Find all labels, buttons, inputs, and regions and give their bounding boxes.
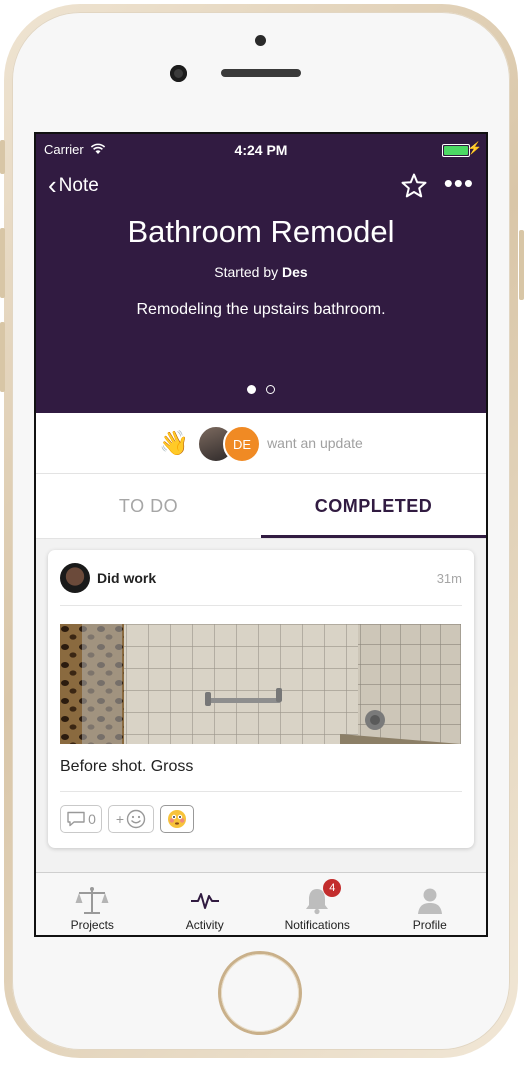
card-title: Did work xyxy=(97,570,157,586)
smiley-icon xyxy=(126,809,146,829)
tabbar-label-notifications: Notifications xyxy=(284,918,350,932)
tabbar-item-projects[interactable]: Projects xyxy=(36,873,149,935)
activity-card[interactable]: Did work 31m Before shot. Gross 0 + xyxy=(48,550,474,848)
tabbar-item-profile[interactable]: Profile xyxy=(374,873,487,935)
tabbar-item-notifications[interactable]: 4 Notifications xyxy=(261,873,374,935)
page-dot-2[interactable] xyxy=(266,385,275,394)
tabbar-label-profile: Profile xyxy=(412,918,447,932)
pulse-icon xyxy=(190,893,219,909)
status-time: 4:24 PM xyxy=(234,142,288,158)
notification-badge: 4 xyxy=(323,879,342,897)
started-by-prefix: Started by xyxy=(214,264,279,280)
power-button xyxy=(519,230,524,300)
page-dot-1[interactable] xyxy=(247,385,256,394)
back-label: Note xyxy=(58,175,99,196)
tabbar-label-projects: Projects xyxy=(70,918,114,932)
status-bar: Carrier 4:24 PM ⚡ xyxy=(36,141,486,160)
card-caption: Before shot. Gross xyxy=(60,758,194,775)
mute-switch xyxy=(0,140,5,174)
divider xyxy=(60,791,462,792)
flushed-emoji-reaction[interactable] xyxy=(160,805,194,833)
front-camera xyxy=(170,65,187,82)
chevron-left-icon: ‹ xyxy=(48,170,57,200)
comment-button[interactable]: 0 xyxy=(60,805,102,833)
star-icon[interactable] xyxy=(400,172,428,200)
project-title: Bathroom Remodel xyxy=(127,214,395,249)
started-by-name: Des xyxy=(282,264,308,280)
nav-bar: ‹ Note ••• xyxy=(36,168,486,204)
avatar-initials: DE xyxy=(223,425,262,463)
app-screen: Carrier 4:24 PM ⚡ ‹ Note ••• Bathroom Re… xyxy=(34,132,488,937)
task-tabs: TO DO COMPLETED xyxy=(36,474,486,539)
back-button[interactable]: ‹ Note xyxy=(48,170,99,200)
person-icon xyxy=(417,888,442,914)
card-header: Did work 31m xyxy=(60,562,462,594)
home-button[interactable] xyxy=(221,954,299,1032)
more-options-icon[interactable]: ••• xyxy=(444,168,474,199)
comment-count: 0 xyxy=(88,811,96,827)
tabbar-label-activity: Activity xyxy=(185,918,224,932)
tabbar-item-activity[interactable]: Activity xyxy=(149,873,262,935)
flushed-face-icon xyxy=(168,810,186,828)
card-actions: 0 + xyxy=(60,805,194,833)
divider xyxy=(60,605,462,606)
speech-bubble-icon xyxy=(67,811,85,827)
earpiece-speaker xyxy=(221,69,301,77)
plus-label: + xyxy=(115,811,125,827)
started-by: Started by Des xyxy=(36,264,486,280)
page-indicator[interactable] xyxy=(36,385,486,394)
project-header: Carrier 4:24 PM ⚡ ‹ Note ••• Bathroom Re… xyxy=(36,134,486,413)
tab-todo[interactable]: TO DO xyxy=(36,474,261,538)
add-reaction-button[interactable]: + xyxy=(108,805,154,833)
bottom-tab-bar: Projects Activity 4 Notifications Profil… xyxy=(36,872,486,935)
card-timestamp: 31m xyxy=(436,570,462,586)
volume-up-button xyxy=(0,228,5,298)
project-description: Remodeling the upstairs bathroom. xyxy=(136,301,386,318)
requester-avatars: DE xyxy=(197,425,262,463)
waving-hand-icon[interactable]: 👋 xyxy=(159,429,189,458)
update-request-row: 👋 DE want an update xyxy=(36,413,486,474)
update-request-text: want an update xyxy=(267,435,363,451)
proximity-sensor xyxy=(255,35,266,46)
avatar[interactable] xyxy=(60,563,90,593)
photo[interactable] xyxy=(60,624,461,744)
scales-icon xyxy=(75,887,109,914)
volume-down-button xyxy=(0,322,5,392)
tab-completed[interactable]: COMPLETED xyxy=(261,474,486,538)
